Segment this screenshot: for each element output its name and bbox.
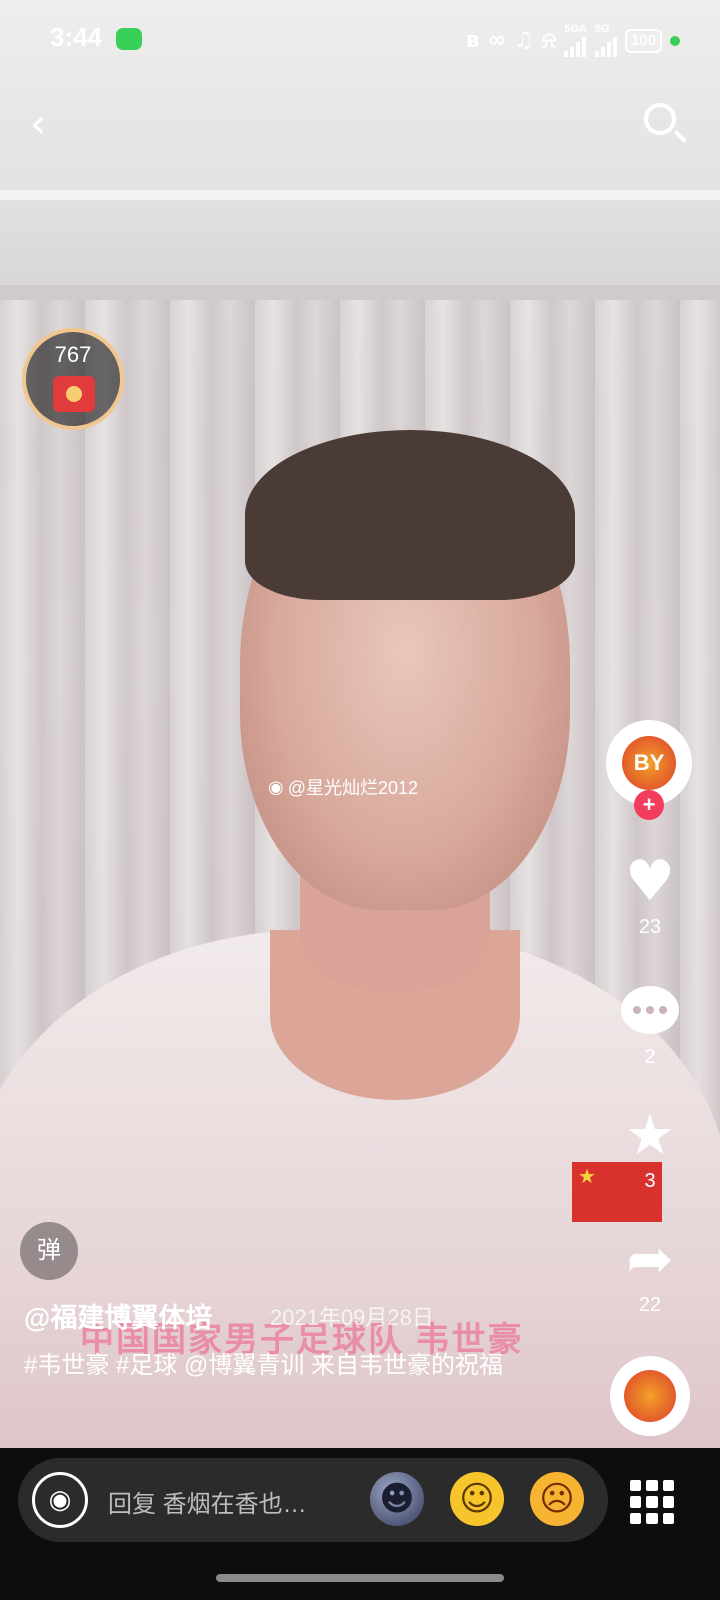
pleading-face-emoji[interactable]: ☺	[450, 1472, 504, 1526]
reply-placeholder: 回复 香烟在香也…	[108, 1491, 307, 1518]
status-time: 3:44	[50, 22, 103, 52]
voice-icon: ◉	[48, 1485, 72, 1515]
author-name[interactable]: @福建博翼体培	[24, 1296, 212, 1335]
status-icons: ʙ ∞ ♫ ⍾ 5GA 5G 100	[466, 24, 680, 57]
post-date: 2021年09月28日	[270, 1305, 434, 1330]
favorite-count: 3	[644, 1170, 656, 1192]
envelope-seal-icon	[66, 386, 82, 402]
message-icon	[116, 28, 142, 50]
network-5ga: 5GA	[564, 24, 587, 57]
comment-button[interactable]: 2	[605, 978, 695, 1069]
angry-face-emoji[interactable]: ☹	[530, 1472, 584, 1526]
network-5g: 5G	[594, 23, 617, 57]
battery-indicator: 100	[624, 28, 662, 53]
share-arrow-icon: ➦	[626, 1227, 674, 1292]
bluetooth-icon: ʙ	[465, 28, 480, 53]
moon-face-emoji[interactable]: ☻	[370, 1472, 424, 1526]
signal-icon	[564, 35, 587, 57]
search-button[interactable]	[644, 103, 688, 147]
ceiling-trim	[0, 190, 720, 200]
share-button[interactable]: ➦ 22	[605, 1228, 695, 1317]
home-indicator[interactable]	[216, 1574, 504, 1582]
signal-icon	[594, 35, 617, 57]
search-icon	[644, 103, 676, 135]
star-icon: ★	[624, 1103, 676, 1168]
weibo-icon: ◉	[268, 776, 284, 798]
network-label-2: 5G	[594, 23, 610, 35]
music-disc[interactable]	[610, 1356, 690, 1436]
video-description[interactable]: #韦世豪 #足球 @博翼青训 来自韦世豪的祝福	[24, 1346, 564, 1386]
club-logo-icon	[624, 1370, 676, 1422]
grid-icon[interactable]	[630, 1480, 674, 1524]
mute-bell-icon: ⍾	[541, 28, 557, 53]
back-button[interactable]: ‹	[30, 100, 70, 148]
red-packet-count: 767	[54, 342, 92, 367]
earbuds-icon: ♫	[514, 28, 534, 53]
weibo-watermark: ◉ @星光灿烂2012	[268, 774, 418, 800]
club-logo-icon: BY	[622, 736, 676, 790]
network-label-1: 5GA	[564, 23, 587, 35]
privacy-dot-icon	[670, 35, 680, 46]
follow-button[interactable]: +	[634, 790, 664, 820]
comment-icon	[621, 986, 679, 1034]
comment-count: 2	[644, 1046, 656, 1068]
favorite-button[interactable]: ★ 3	[605, 1104, 695, 1193]
share-count: 22	[638, 1294, 662, 1316]
reply-input[interactable]: ◉ 回复 香烟在香也… ☻ ☺ ☹	[18, 1458, 608, 1542]
bottom-bar: ◉ 回复 香烟在香也… ☻ ☺ ☹	[0, 1448, 720, 1600]
heart-icon: ♥	[624, 849, 676, 914]
like-button[interactable]: ♥ 23	[605, 850, 695, 939]
danmaku-toggle[interactable]: 弹	[20, 1222, 78, 1280]
watermark-text: @星光灿烂2012	[287, 778, 419, 798]
link-icon: ∞	[487, 28, 507, 53]
curtain-rail	[0, 285, 720, 301]
voice-input-button[interactable]: ◉	[32, 1472, 88, 1528]
flag-star-icon: ★	[578, 1164, 596, 1188]
person-hair	[245, 430, 575, 600]
like-count: 23	[638, 916, 662, 938]
chevron-left-icon: ‹	[30, 101, 46, 147]
status-bar: 3:44 ʙ ∞ ♫ ⍾ 5GA 5G 100	[0, 0, 720, 80]
red-packet-timer[interactable]: 767	[22, 328, 124, 430]
